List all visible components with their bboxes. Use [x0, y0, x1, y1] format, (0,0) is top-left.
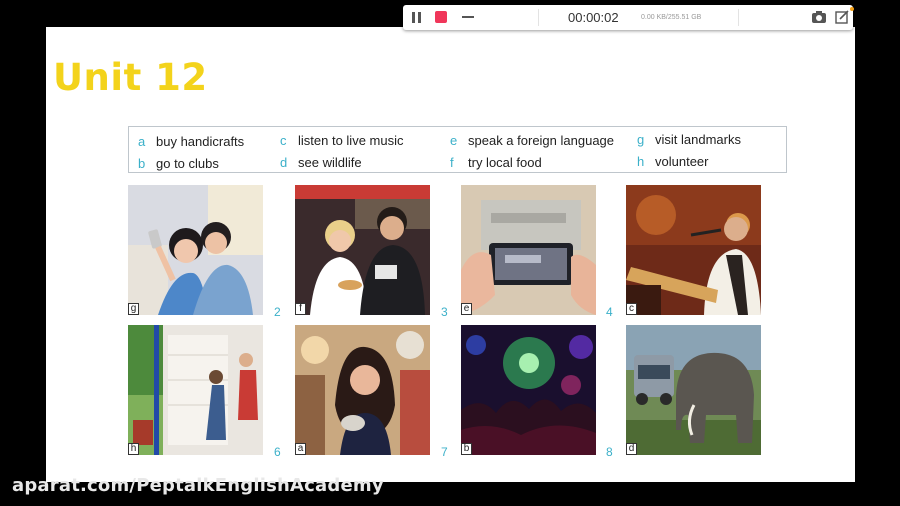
photo-elephant: d [626, 325, 761, 455]
vocabulary-box: a buy handicrafts b go to clubs c listen to… [128, 126, 787, 173]
photo-number: 7 [441, 445, 448, 459]
photo-number: 6 [274, 445, 281, 459]
photo-selfie: g [128, 185, 263, 315]
option-h: h volunteer [637, 154, 709, 169]
photo-tag: b [461, 443, 472, 455]
photo-number: 4 [606, 305, 613, 319]
option-f: f try local food [450, 155, 542, 170]
photo-market-shopper: a [295, 325, 430, 455]
photo-tag: h [128, 443, 139, 455]
photo-street-food: f [295, 185, 430, 315]
slide-title: Unit 12 [53, 56, 208, 99]
photo-tag: c [626, 303, 637, 315]
photo-tag: e [461, 303, 472, 315]
stop-icon[interactable] [434, 5, 448, 30]
minimize-icon[interactable] [461, 5, 477, 30]
recording-timer: 00:00:02 [568, 10, 619, 25]
watermark: aparat.com/PeptalkEnglishAcademy [12, 475, 384, 496]
photo-tag: f [295, 303, 306, 315]
recorder-toolbar: 00:00:02 0.00 KB/255.51 GB [403, 5, 854, 30]
photo-number: 2 [274, 305, 281, 319]
photo-number: 3 [441, 305, 448, 319]
option-c: c listen to live music [280, 133, 404, 148]
option-b: b go to clubs [138, 156, 219, 171]
option-e: e speak a foreign language [450, 133, 615, 148]
photo-nightclub: b [461, 325, 596, 455]
photo-guitarist: c [626, 185, 761, 315]
photo-tag: g [128, 303, 139, 315]
slide: Unit 12 a buy handicrafts b go to clubs cl… [46, 27, 855, 482]
storage-readout: 0.00 KB/255.51 GB [641, 14, 702, 21]
edit-icon[interactable] [835, 5, 849, 30]
photo-painting-house: h [128, 325, 263, 455]
pause-icon[interactable] [410, 5, 424, 30]
photo-tag: d [626, 443, 637, 455]
photo-number: 8 [606, 445, 613, 459]
camera-icon[interactable] [811, 5, 827, 30]
option-g: g visit landmarks [637, 132, 741, 147]
option-d: d see wildlife [280, 155, 362, 170]
photo-phone-photo: e [461, 185, 596, 315]
option-a: a buy handicrafts [138, 134, 245, 149]
photo-tag: a [295, 443, 306, 455]
status-dot [850, 7, 854, 11]
